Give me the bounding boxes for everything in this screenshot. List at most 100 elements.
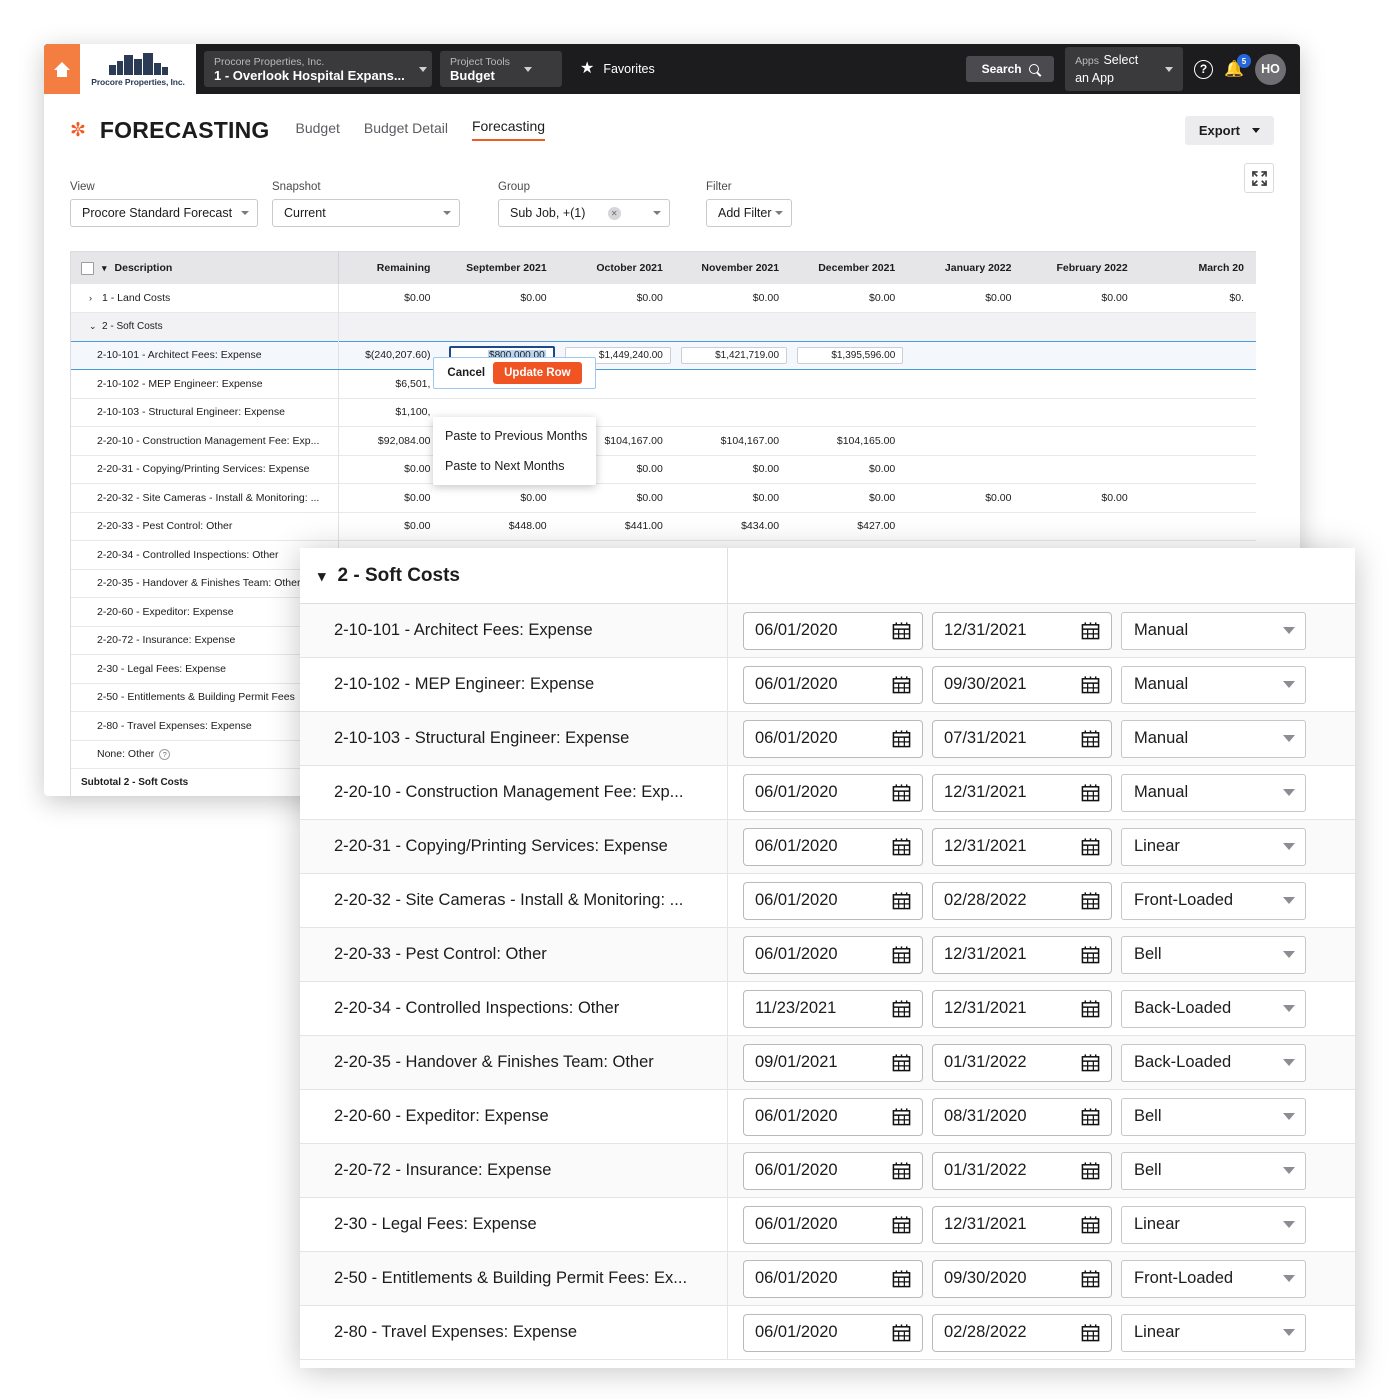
start-date-field[interactable]: 06/01/2020 bbox=[743, 1151, 923, 1190]
end-date-field[interactable]: 12/31/2021 bbox=[932, 1205, 1112, 1244]
forecast-row[interactable]: 2-20-72 - Insurance: Expense 06/01/2020 … bbox=[300, 1144, 1355, 1198]
calendar-icon[interactable] bbox=[892, 1053, 911, 1072]
start-date-field[interactable]: 06/01/2020 bbox=[743, 719, 923, 758]
calendar-icon[interactable] bbox=[1081, 783, 1100, 802]
end-date-field[interactable]: 12/31/2021 bbox=[932, 989, 1112, 1028]
table-row[interactable]: 2-20-31 - Copying/Printing Services: Exp… bbox=[71, 455, 1256, 484]
calendar-icon[interactable] bbox=[1081, 729, 1100, 748]
end-date-field[interactable]: 08/31/2020 bbox=[932, 1097, 1112, 1136]
forecast-row[interactable]: 2-20-33 - Pest Control: Other 06/01/2020… bbox=[300, 928, 1355, 982]
company-project-select[interactable]: Procore Properties, Inc. 1 - Overlook Ho… bbox=[204, 51, 432, 87]
select-all-checkbox[interactable] bbox=[81, 261, 94, 275]
home-button[interactable] bbox=[44, 44, 80, 94]
editable-cell[interactable]: $1,395,596.00 bbox=[797, 346, 904, 364]
curve-select[interactable]: Manual bbox=[1121, 611, 1306, 650]
table-row[interactable]: ⌄ 2 - Soft Costs bbox=[71, 312, 1256, 341]
table-row[interactable]: 2-10-103 - Structural Engineer: Expense … bbox=[71, 398, 1256, 427]
end-date-field[interactable]: 09/30/2021 bbox=[932, 665, 1112, 704]
table-row[interactable]: 2-20-33 - Pest Control: Other $0.00 $448… bbox=[71, 512, 1256, 541]
start-date-field[interactable]: 06/01/2020 bbox=[743, 935, 923, 974]
expand-twisty-icon[interactable]: › bbox=[89, 293, 102, 303]
forecast-row[interactable]: 2-20-60 - Expeditor: Expense 06/01/2020 … bbox=[300, 1090, 1355, 1144]
curve-select[interactable]: Bell bbox=[1121, 935, 1306, 974]
group-select[interactable]: Sub Job, +(1) ✕ bbox=[498, 199, 670, 227]
forecast-row[interactable]: 2-20-10 - Construction Management Fee: E… bbox=[300, 766, 1355, 820]
start-date-field[interactable]: 06/01/2020 bbox=[743, 611, 923, 650]
calendar-icon[interactable] bbox=[892, 1161, 911, 1180]
forecast-row[interactable]: 2-10-102 - MEP Engineer: Expense 06/01/2… bbox=[300, 658, 1355, 712]
calendar-icon[interactable] bbox=[1081, 1269, 1100, 1288]
start-date-field[interactable]: 06/01/2020 bbox=[743, 1313, 923, 1352]
curve-select[interactable]: Front-Loaded bbox=[1121, 881, 1306, 920]
forecast-row[interactable]: 2-80 - Travel Expenses: Expense 06/01/20… bbox=[300, 1306, 1355, 1360]
tab-budget-detail[interactable]: Budget Detail bbox=[364, 120, 448, 141]
curve-select[interactable]: Linear bbox=[1121, 827, 1306, 866]
start-date-field[interactable]: 06/01/2020 bbox=[743, 827, 923, 866]
editable-cell[interactable]: $1,421,719.00 bbox=[681, 346, 788, 364]
panel-group-title-cell[interactable]: ▾ 2 - Soft Costs bbox=[300, 548, 728, 603]
table-row[interactable]: 2-10-102 - MEP Engineer: Expense $6,501, bbox=[71, 369, 1256, 398]
calendar-icon[interactable] bbox=[1081, 1107, 1100, 1126]
end-date-field[interactable]: 12/31/2021 bbox=[932, 827, 1112, 866]
calendar-icon[interactable] bbox=[892, 945, 911, 964]
curve-select[interactable]: Bell bbox=[1121, 1097, 1306, 1136]
calendar-icon[interactable] bbox=[892, 729, 911, 748]
start-date-field[interactable]: 09/01/2021 bbox=[743, 1043, 923, 1082]
calendar-icon[interactable] bbox=[892, 783, 911, 802]
clear-group-icon[interactable]: ✕ bbox=[607, 206, 621, 220]
calendar-icon[interactable] bbox=[1081, 675, 1100, 694]
forecast-row[interactable]: 2-50 - Entitlements & Building Permit Fe… bbox=[300, 1252, 1355, 1306]
curve-select[interactable]: Manual bbox=[1121, 665, 1306, 704]
menu-item-paste-previous[interactable]: Paste to Previous Months bbox=[433, 421, 596, 451]
fullscreen-button[interactable] bbox=[1244, 163, 1274, 193]
calendar-icon[interactable] bbox=[1081, 891, 1100, 910]
calendar-icon[interactable] bbox=[1081, 1053, 1100, 1072]
search-button[interactable]: Search bbox=[966, 56, 1055, 82]
tab-forecasting[interactable]: Forecasting bbox=[471, 118, 546, 141]
start-date-field[interactable]: 06/01/2020 bbox=[743, 773, 923, 812]
calendar-icon[interactable] bbox=[892, 891, 911, 910]
forecast-row[interactable]: 2-30 - Legal Fees: Expense 06/01/2020 12… bbox=[300, 1198, 1355, 1252]
curve-select[interactable]: Manual bbox=[1121, 773, 1306, 812]
calendar-icon[interactable] bbox=[1081, 837, 1100, 856]
curve-select[interactable]: Bell bbox=[1121, 1151, 1306, 1190]
calendar-icon[interactable] bbox=[892, 999, 911, 1018]
curve-select[interactable]: Linear bbox=[1121, 1205, 1306, 1244]
view-select[interactable]: Procore Standard Forecast bbox=[70, 199, 258, 227]
calendar-icon[interactable] bbox=[892, 1107, 911, 1126]
calendar-icon[interactable] bbox=[892, 621, 911, 640]
table-row-selected[interactable]: 2-10-101 - Architect Fees: Expense $(240… bbox=[71, 340, 1256, 370]
curve-select[interactable]: Manual bbox=[1121, 719, 1306, 758]
curve-select[interactable]: Linear bbox=[1121, 1313, 1306, 1352]
update-row-button[interactable]: Update Row bbox=[493, 362, 582, 384]
chevron-down-icon[interactable]: ▾ bbox=[318, 567, 326, 585]
avatar[interactable]: HO bbox=[1255, 53, 1286, 85]
table-row[interactable]: 2-20-32 - Site Cameras - Install & Monit… bbox=[71, 483, 1256, 512]
start-date-field[interactable]: 11/23/2021 bbox=[743, 989, 923, 1028]
cell-nov-2021-editor[interactable]: $1,421,719.00 bbox=[674, 340, 792, 370]
tab-budget[interactable]: Budget bbox=[296, 120, 340, 141]
forecast-row[interactable]: 2-20-35 - Handover & Finishes Team: Othe… bbox=[300, 1036, 1355, 1090]
end-date-field[interactable]: 12/31/2021 bbox=[932, 611, 1112, 650]
calendar-icon[interactable] bbox=[1081, 999, 1100, 1018]
project-tools-select[interactable]: Project Tools Budget bbox=[440, 51, 562, 87]
end-date-field[interactable]: 12/31/2021 bbox=[932, 773, 1112, 812]
notifications-button[interactable]: 🔔 5 bbox=[1224, 54, 1251, 79]
calendar-icon[interactable] bbox=[892, 1269, 911, 1288]
end-date-field[interactable]: 12/31/2021 bbox=[932, 935, 1112, 974]
end-date-field[interactable]: 01/31/2022 bbox=[932, 1043, 1112, 1082]
forecast-row[interactable]: 2-10-103 - Structural Engineer: Expense … bbox=[300, 712, 1355, 766]
forecast-row[interactable]: 2-20-31 - Copying/Printing Services: Exp… bbox=[300, 820, 1355, 874]
forecast-row[interactable]: 2-10-101 - Architect Fees: Expense 06/01… bbox=[300, 604, 1355, 658]
curve-select[interactable]: Back-Loaded bbox=[1121, 1043, 1306, 1082]
collapse-twisty-icon[interactable]: ⌄ bbox=[89, 321, 102, 332]
calendar-icon[interactable] bbox=[1081, 1215, 1100, 1234]
forecast-row[interactable]: 2-20-32 - Site Cameras - Install & Monit… bbox=[300, 874, 1355, 928]
end-date-field[interactable]: 01/31/2022 bbox=[932, 1151, 1112, 1190]
apps-select[interactable]: Apps Select an App bbox=[1065, 47, 1184, 91]
start-date-field[interactable]: 06/01/2020 bbox=[743, 1097, 923, 1136]
forecast-row[interactable]: 2-20-34 - Controlled Inspections: Other … bbox=[300, 982, 1355, 1036]
menu-item-paste-next[interactable]: Paste to Next Months bbox=[433, 451, 596, 481]
end-date-field[interactable]: 09/30/2020 bbox=[932, 1259, 1112, 1298]
chevron-down-icon[interactable]: ▾ bbox=[102, 263, 107, 274]
